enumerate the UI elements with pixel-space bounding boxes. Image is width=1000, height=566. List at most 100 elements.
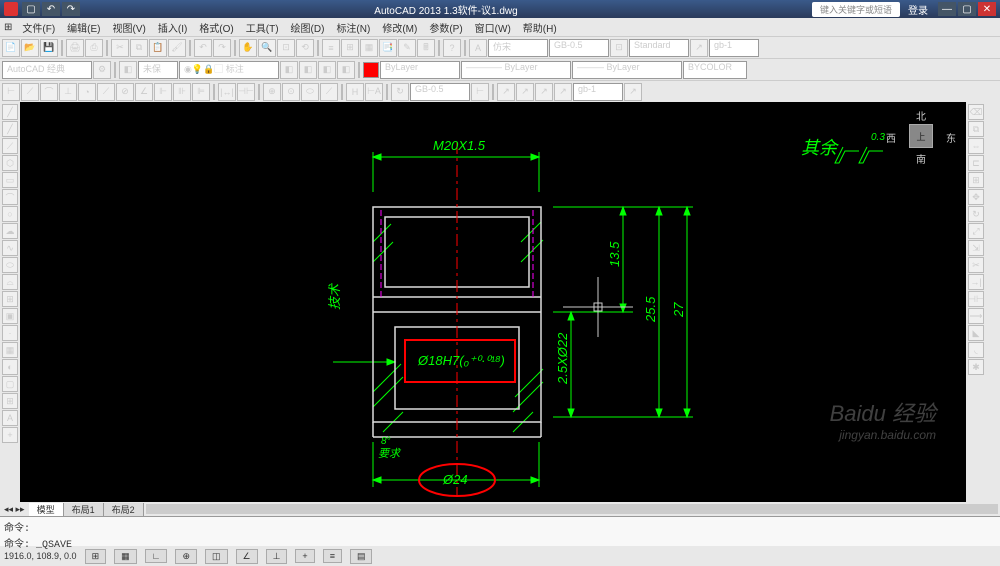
jog-lin-icon[interactable]: ⟋ <box>320 83 338 101</box>
dim-cont-icon[interactable]: ⊫ <box>192 83 210 101</box>
table-select[interactable]: Standard <box>629 39 689 57</box>
ellipse-icon[interactable]: ⬭ <box>2 257 18 273</box>
mleader-icon[interactable]: ↗ <box>516 83 534 101</box>
addsel-icon[interactable]: + <box>2 427 18 443</box>
menu-file[interactable]: 文件(F) <box>16 20 61 35</box>
menu-view[interactable]: 视图(V) <box>107 20 152 35</box>
dim-update-icon[interactable]: ↻ <box>391 83 409 101</box>
props-icon[interactable]: ≡ <box>322 39 340 57</box>
menu-tools[interactable]: 工具(T) <box>240 20 285 35</box>
zoom-window-icon[interactable]: ⊡ <box>277 39 295 57</box>
menu-edit[interactable]: 编辑(E) <box>61 20 106 35</box>
maximize-button[interactable]: ▢ <box>958 2 976 16</box>
otrack-toggle[interactable]: ∠ <box>236 549 258 564</box>
layer-tool-icon[interactable]: ◧ <box>280 61 298 79</box>
preview-icon[interactable]: ⎙ <box>85 39 103 57</box>
tool-palette-icon[interactable]: ▦ <box>360 39 378 57</box>
xline-icon[interactable]: ╱ <box>2 121 18 137</box>
scale-icon[interactable]: ⤢ <box>968 223 984 239</box>
dim-space-icon[interactable]: |↔| <box>218 83 236 101</box>
extend-icon[interactable]: →| <box>968 274 984 290</box>
chamfer-icon[interactable]: ◣ <box>968 325 984 341</box>
ortho-toggle[interactable]: ∟ <box>145 549 168 563</box>
gear-icon[interactable]: ⚙ <box>93 61 111 79</box>
scrollbar-v[interactable] <box>986 102 1000 502</box>
qp-toggle[interactable]: ▤ <box>350 549 373 564</box>
plotstyle-select[interactable]: BYCOLOR <box>683 61 747 79</box>
tool-icon[interactable]: ⊡ <box>610 39 628 57</box>
cut-icon[interactable]: ✂ <box>111 39 129 57</box>
print-icon[interactable]: 🖨 <box>66 39 84 57</box>
mleader-select[interactable]: gb-1 <box>709 39 759 57</box>
dyn-toggle[interactable]: + <box>295 549 314 563</box>
mleaderstyle-icon[interactable]: ↗ <box>624 83 642 101</box>
linetype-select[interactable]: ———— ByLayer <box>461 61 571 79</box>
paste-icon[interactable]: 📋 <box>149 39 167 57</box>
color-select[interactable]: ByLayer <box>380 61 460 79</box>
textstyle-select[interactable]: 仿宋 <box>488 39 548 57</box>
mtext-icon[interactable]: A <box>2 410 18 426</box>
polygon-icon[interactable]: ⬡ <box>2 155 18 171</box>
markup-icon[interactable]: ✎ <box>398 39 416 57</box>
help-icon[interactable]: ? <box>443 39 461 57</box>
explode-icon[interactable]: ✱ <box>968 359 984 375</box>
dim-edit-icon[interactable]: H <box>346 83 364 101</box>
ellarc-icon[interactable]: ⌓ <box>2 274 18 290</box>
ducs-toggle[interactable]: ⊥ <box>266 549 288 564</box>
zoom-icon[interactable]: 🔍 <box>258 39 276 57</box>
block-icon[interactable]: ▣ <box>2 308 18 324</box>
copy-icon[interactable]: ⧉ <box>130 39 148 57</box>
trim-icon[interactable]: ✂ <box>968 257 984 273</box>
layer-tool-icon[interactable]: ◧ <box>299 61 317 79</box>
layer-select[interactable]: ◉💡🔒▢ 标注 <box>179 61 279 79</box>
layer-tool-icon[interactable]: ◧ <box>337 61 355 79</box>
offset-icon[interactable]: ⊏ <box>968 155 984 171</box>
menu-help[interactable]: 帮助(H) <box>517 20 563 35</box>
menu-insert[interactable]: 插入(I) <box>152 20 193 35</box>
menu-param[interactable]: 参数(P) <box>423 20 468 35</box>
save-icon[interactable]: 💾 <box>40 39 58 57</box>
mirror-icon[interactable]: ⇔ <box>968 138 984 154</box>
mleader-icon[interactable]: ↗ <box>535 83 553 101</box>
menu-dim[interactable]: 标注(N) <box>330 20 376 35</box>
insert-icon[interactable]: ⊞ <box>2 291 18 307</box>
copy-icon[interactable]: ⧉ <box>968 121 984 137</box>
snap-toggle[interactable]: ⊞ <box>85 549 107 564</box>
tol-icon[interactable]: ⊕ <box>263 83 281 101</box>
close-button[interactable]: ✕ <box>978 2 996 16</box>
dim-tedit-icon[interactable]: ⊢A <box>365 83 383 101</box>
user-login[interactable]: 登录 <box>908 2 928 17</box>
array-icon[interactable]: ⊞ <box>968 172 984 188</box>
dimstyle-icon[interactable]: ⊢ <box>471 83 489 101</box>
rotate-icon[interactable]: ↻ <box>968 206 984 222</box>
redo-icon[interactable]: ↷ <box>213 39 231 57</box>
color-swatch[interactable] <box>363 62 379 78</box>
layer-icon[interactable]: ◧ <box>119 61 137 79</box>
hatch-icon[interactable]: ▦ <box>2 342 18 358</box>
tab-layout2[interactable]: 布局2 <box>104 503 144 516</box>
table-icon[interactable]: ⊞ <box>2 393 18 409</box>
break-icon[interactable]: ⊣⊢ <box>968 291 984 307</box>
mleader-icon[interactable]: ↗ <box>497 83 515 101</box>
layer-state-select[interactable]: 未保 <box>138 61 178 79</box>
region-icon[interactable]: ▢ <box>2 376 18 392</box>
erase-icon[interactable]: ⌫ <box>968 104 984 120</box>
menu-window[interactable]: 窗口(W) <box>469 20 517 35</box>
mleader-icon[interactable]: ↗ <box>554 83 572 101</box>
osnap-toggle[interactable]: ◫ <box>205 549 228 564</box>
gradient-icon[interactable]: ◐ <box>2 359 18 375</box>
dim-break-icon[interactable]: ⊣⊢ <box>237 83 255 101</box>
open-icon[interactable]: 📂 <box>21 39 39 57</box>
spline-icon[interactable]: ∿ <box>2 240 18 256</box>
polar-toggle[interactable]: ⊕ <box>175 549 197 564</box>
workspace-select[interactable]: AutoCAD 经典 <box>2 61 92 79</box>
dim-linear-icon[interactable]: ⊢ <box>2 83 20 101</box>
layer-tool-icon[interactable]: ◧ <box>318 61 336 79</box>
join-icon[interactable]: ⟶ <box>968 308 984 324</box>
zoom-prev-icon[interactable]: ⟲ <box>296 39 314 57</box>
grid-toggle[interactable]: ▦ <box>114 549 137 564</box>
stretch-icon[interactable]: ⇲ <box>968 240 984 256</box>
tool-icon[interactable]: A <box>469 39 487 57</box>
rect-icon[interactable]: ▭ <box>2 172 18 188</box>
revcloud-icon[interactable]: ☁ <box>2 223 18 239</box>
